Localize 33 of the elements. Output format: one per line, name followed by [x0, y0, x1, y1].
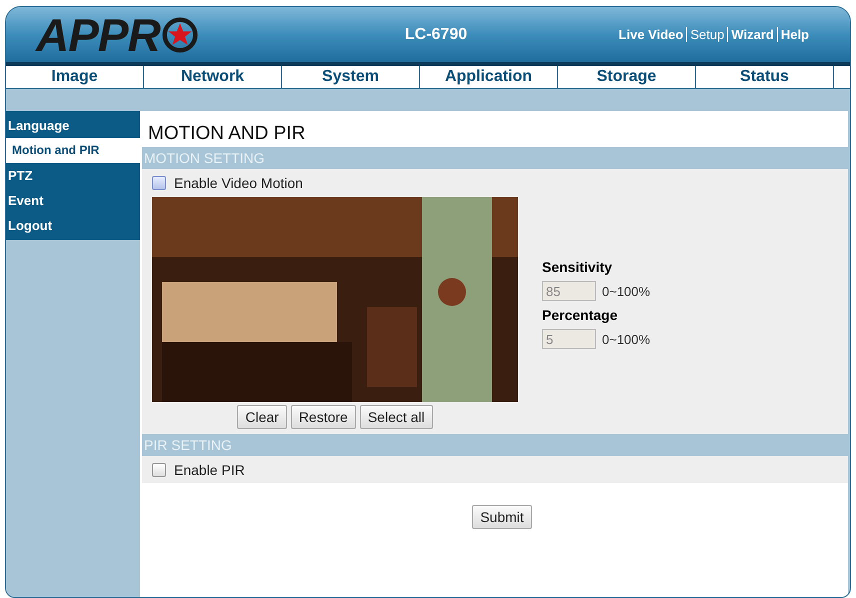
nav-tab[interactable]: Storage	[558, 66, 696, 88]
sidebar-item[interactable]: PTZ	[6, 163, 140, 188]
sidebar-item[interactable]: Logout	[6, 213, 140, 238]
section-heading: MOTION SETTING	[142, 147, 848, 169]
header-link[interactable]: Setup	[686, 27, 728, 42]
star-logo-icon	[162, 16, 198, 52]
sidebar-item[interactable]: Motion and PIR	[6, 138, 140, 163]
nav-tab[interactable]: Image	[6, 66, 144, 88]
form-button[interactable]: Clear	[237, 405, 287, 429]
header-link[interactable]: Live Video	[616, 27, 686, 42]
checkbox[interactable]	[152, 463, 166, 477]
section-heading: PIR SETTING	[142, 434, 848, 456]
header-link[interactable]: Wizard	[727, 27, 777, 42]
form-button[interactable]: Select all	[360, 405, 433, 429]
header-link[interactable]: Help	[776, 27, 812, 42]
checkbox-label: Enable Video Motion	[174, 175, 303, 191]
field-label: Sensitivity	[542, 259, 614, 275]
range-hint: 0~100%	[602, 332, 650, 346]
page-title: MOTION AND PIR	[147, 122, 306, 146]
field-label: Percentage	[542, 307, 618, 323]
checkbox-label: Enable PIR	[174, 462, 245, 478]
range-hint: 0~100%	[602, 284, 650, 298]
nav-tab[interactable]: System	[282, 66, 420, 88]
nav-tab[interactable]: Network	[144, 66, 282, 88]
form-button[interactable]: Restore	[290, 405, 356, 429]
checkbox[interactable]	[152, 176, 166, 190]
submit-button[interactable]: Submit	[472, 505, 532, 529]
sidebar-item[interactable]: Language	[6, 113, 140, 138]
nav-tab[interactable]: Status	[696, 66, 834, 88]
nav-tab[interactable]: Application	[420, 66, 558, 88]
model-name: LC-6790	[404, 26, 468, 44]
logo-text: APPR	[36, 12, 160, 58]
sidebar-item[interactable]: Event	[6, 188, 140, 213]
